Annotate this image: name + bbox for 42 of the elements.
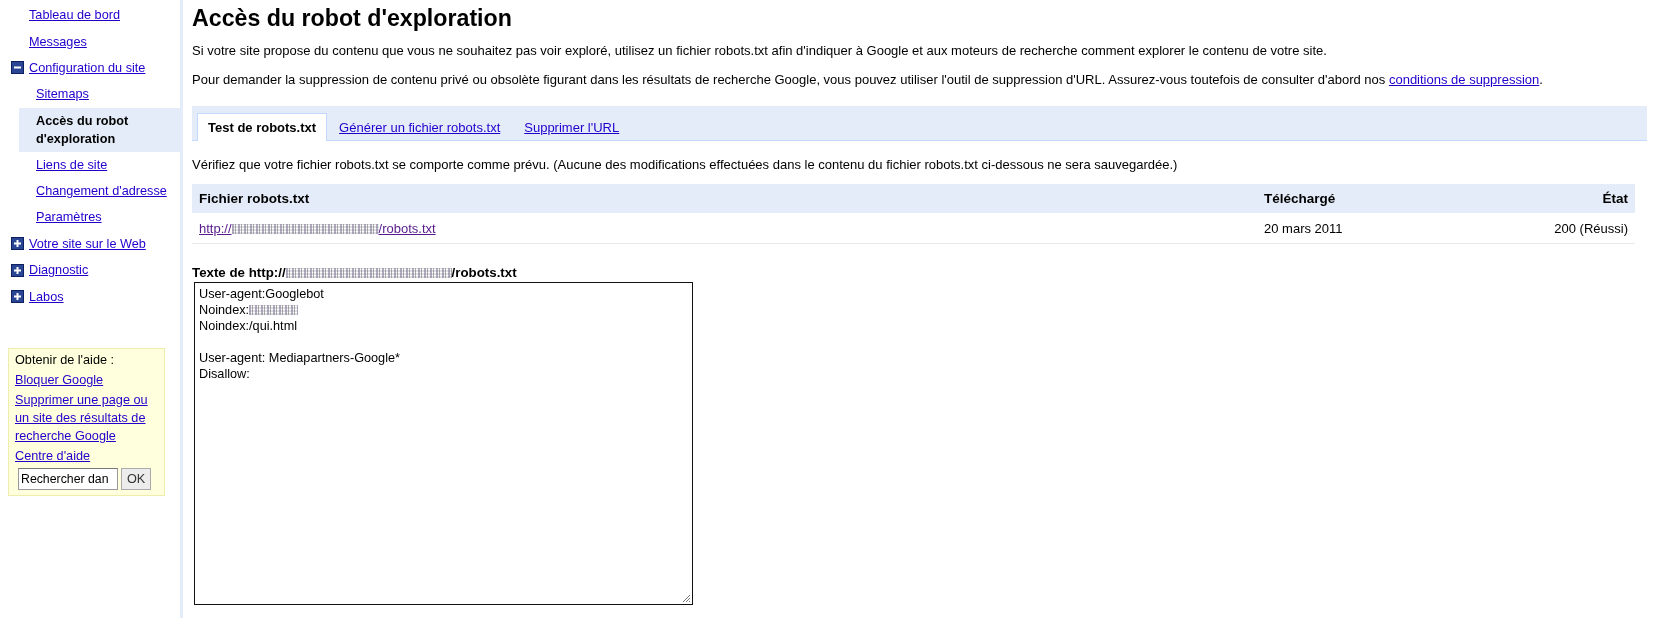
field-label: Texte de http:// /robots.txt: [192, 264, 518, 281]
nav-link[interactable]: Tableau de bord: [29, 6, 120, 25]
column-header: État: [1601, 191, 1629, 206]
help-title: Obtenir de l'aide :: [15, 351, 116, 369]
help-link[interactable]: Bloquer Google: [15, 370, 104, 389]
tab[interactable]: Test de robots.txt: [197, 113, 328, 141]
table-cell-text: 20 mars 2011: [1263, 220, 1344, 236]
help-search-field[interactable]: Rechercher dan: [18, 467, 118, 490]
plus-icon[interactable]: [11, 237, 24, 251]
help-link[interactable]: Supprimer une page ou un site des résultats de recherche Google: [15, 390, 160, 445]
code-line: Noindex:: [199, 302, 688, 318]
code-line: Disallow:: [199, 366, 251, 382]
nav-link[interactable]: Accès du robot d'exploration: [19, 107, 180, 152]
nav-link[interactable]: Changement d'adresse: [36, 184, 167, 199]
nav-link[interactable]: Votre site sur le Web: [29, 234, 146, 253]
code-line: Noindex:/qui.html: [199, 318, 299, 334]
column-header: Fichier robots.txt: [198, 191, 311, 206]
help-link[interactable]: Centre d'aide: [15, 446, 91, 465]
nav-link[interactable]: Labos: [29, 287, 64, 306]
nav-link[interactable]: Sitemaps: [36, 87, 89, 102]
ok-button[interactable]: OK: [121, 467, 152, 490]
tab-description: Vérifiez que votre fichier robots.txt se comporte comme prévu. (Aucune des modifications effectuées dans le contenu du fichier robots.txt ci-dessous ne sera sauvegardée.): [192, 156, 1179, 174]
table-cell-text: 200 (Réussi): [1553, 220, 1629, 236]
intro-paragraph: Pour demander la suppression de contenu privé ou obsolète figurant dans les résultats de recherche Google, vous pouvez utiliser l'outil de suppression d'URL. Assurez-vous toutefois de consulter d'abord nos conditions de suppression.: [192, 71, 1544, 89]
nav-link[interactable]: Paramètres: [36, 210, 102, 225]
robots-text-field[interactable]: User-agent:Googlebot Noindex: Noindex:/qui.html User-agent: Mediapartners-Google* Disallow:: [194, 282, 693, 605]
file-link[interactable]: http:// /robots.txt: [199, 220, 436, 236]
intro-paragraph: Si votre site propose du contenu que vous ne souhaitez pas voir exploré, utilisez un fichier robots.txt afin d'indiquer à Google et aux moteurs de recherche comment explorer le contenu de votre site.: [192, 42, 1328, 60]
minus-icon[interactable]: [11, 61, 24, 75]
nav-link[interactable]: Liens de site: [36, 157, 108, 172]
code-line: User-agent: Mediapartners-Google*: [199, 350, 401, 366]
tab[interactable]: Générer un fichier robots.txt: [327, 113, 513, 141]
page-title: Accès du robot d'exploration: [192, 4, 513, 32]
nav-link[interactable]: Diagnostic: [29, 261, 89, 280]
tab[interactable]: Supprimer l'URL: [512, 113, 632, 141]
column-header: Téléchargé: [1263, 191, 1337, 206]
nav-link[interactable]: Messages: [29, 32, 87, 51]
code-line: User-agent:Googlebot: [199, 286, 325, 302]
resize-grip-icon[interactable]: [681, 593, 691, 603]
plus-icon[interactable]: [11, 263, 24, 277]
plus-icon[interactable]: [11, 290, 24, 304]
nav-link[interactable]: Configuration du site: [29, 58, 146, 77]
